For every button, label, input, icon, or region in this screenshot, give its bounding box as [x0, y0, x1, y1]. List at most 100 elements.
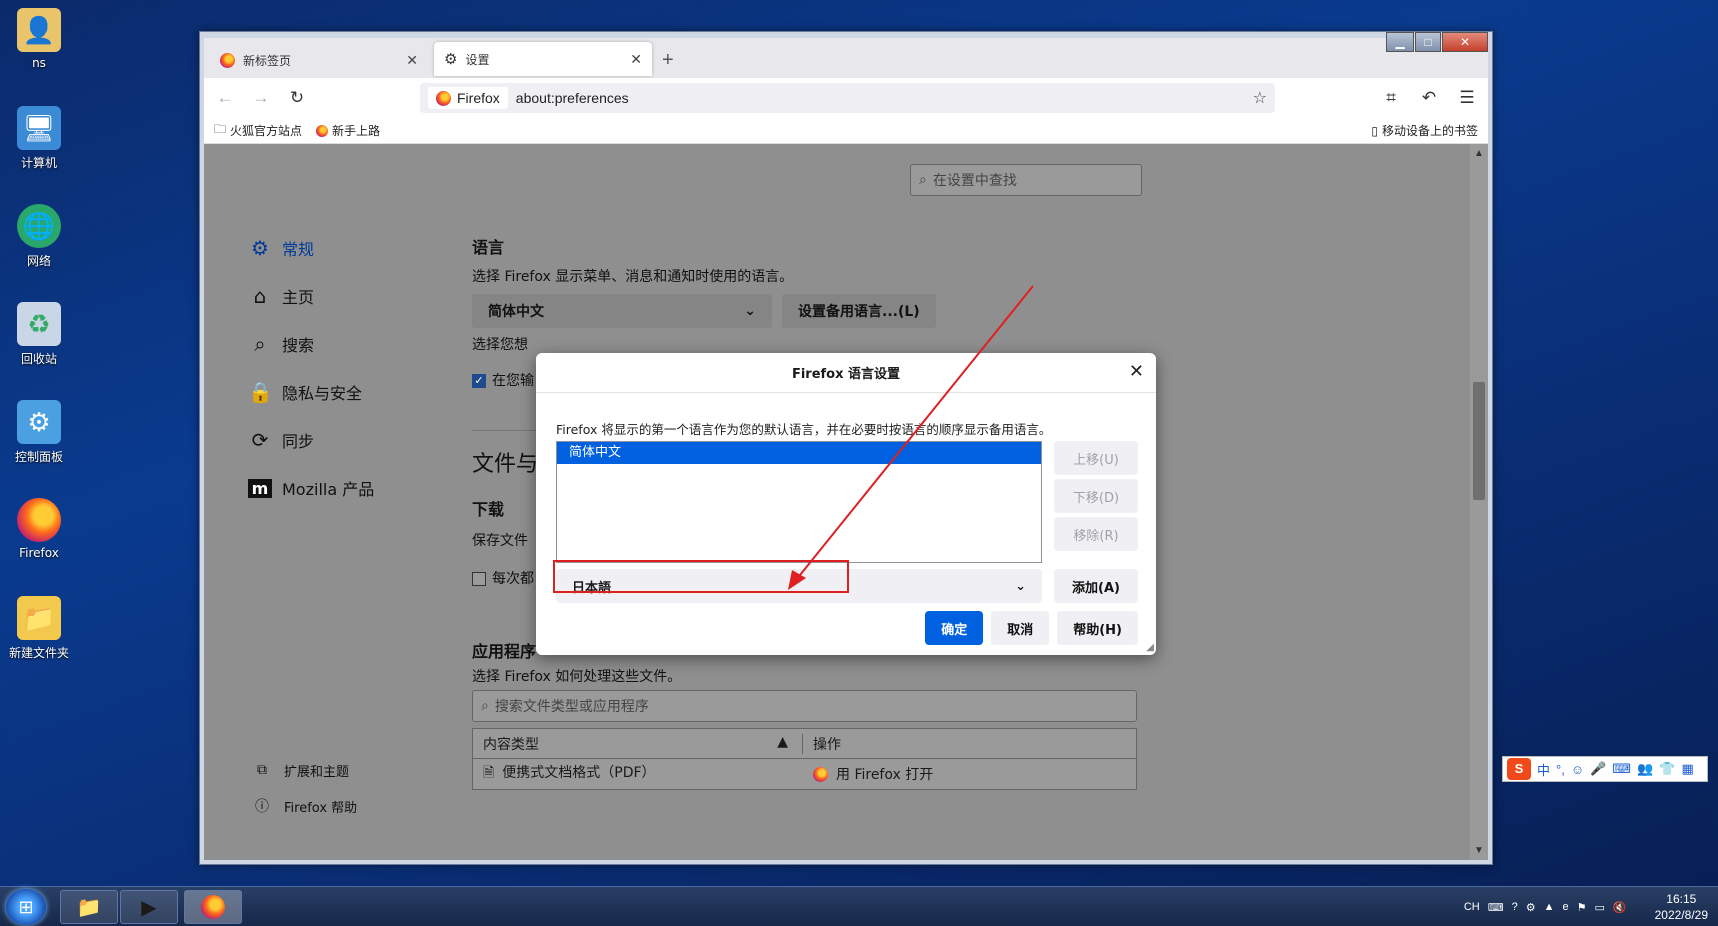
col-action[interactable]: 操作	[803, 734, 841, 754]
alt-language-button[interactable]: 设置备用语言...(L)	[782, 294, 936, 328]
skin-icon[interactable]: 👕	[1659, 761, 1675, 777]
back-button[interactable]: ←	[212, 85, 238, 111]
desktop-icon-computer[interactable]: 🖥 计算机	[4, 106, 74, 171]
scroll-down-icon[interactable]: ▼	[1474, 845, 1484, 856]
nav-bar: ← → ↻ Firefox about:preferences ☆ ⌗ ↶ ☰	[204, 78, 1488, 118]
list-item[interactable]: 简体中文	[557, 442, 1041, 464]
ime-mode[interactable]: 中	[1537, 760, 1550, 779]
annotation-box	[553, 560, 849, 593]
ie-icon[interactable]: e	[1563, 901, 1569, 913]
language-list[interactable]: 简体中文	[556, 441, 1042, 563]
page-scrollbar[interactable]: ▲ ▼	[1470, 144, 1488, 860]
volume-muted-icon[interactable]: 🔇	[1613, 901, 1627, 914]
download-ask-row[interactable]: 每次都	[472, 568, 534, 588]
firefox-icon	[220, 52, 235, 68]
close-window-button[interactable]: ✕	[1442, 32, 1488, 52]
identity-badge[interactable]: Firefox	[428, 87, 508, 109]
url-text[interactable]: about:preferences	[516, 90, 1245, 106]
crop-icon[interactable]: ⌗	[1378, 85, 1404, 111]
tab-new-tab[interactable]: 新标签页 ✕	[210, 42, 428, 78]
desktop-icon-new-folder[interactable]: 📁 新建文件夹	[4, 596, 74, 661]
minimize-button[interactable]: ▁	[1386, 32, 1414, 52]
remove-button[interactable]: 移除(R)	[1054, 517, 1138, 551]
firefox-icon	[17, 498, 61, 542]
taskbar-media-player[interactable]: ▶	[120, 890, 178, 924]
help-icon: ⓘ	[255, 799, 269, 815]
close-icon[interactable]: ✕	[630, 51, 642, 68]
checkbox-icon[interactable]	[472, 572, 486, 586]
undo-icon[interactable]: ↶	[1416, 85, 1442, 111]
forward-button[interactable]: →	[248, 85, 274, 111]
sogou-logo-icon: S	[1507, 758, 1531, 780]
ime-toolbar[interactable]: S 中 °, ☺ 🎤 ⌨ 👥 👕 ▦	[1502, 756, 1708, 782]
desktop-icon-recycle-bin[interactable]: ♻ 回收站	[4, 302, 74, 367]
tray-settings-icon[interactable]: ⚙	[1526, 901, 1536, 914]
move-up-button[interactable]: 上移(U)	[1054, 441, 1138, 475]
sync-icon: ⟳	[251, 428, 269, 452]
help-icon[interactable]: ?	[1512, 901, 1518, 913]
user-icon[interactable]: 👥	[1637, 761, 1653, 777]
menu-icon[interactable]: ☰	[1454, 85, 1480, 111]
sidebar-item-help[interactable]: ⓘ Firefox 帮助	[250, 788, 357, 824]
sidebar-item-general[interactable]: ⚙ 常规	[248, 224, 374, 272]
lock-icon: 🔒	[248, 380, 273, 404]
sidebar-item-privacy[interactable]: 🔒 隐私与安全	[248, 368, 374, 416]
screen-icon[interactable]: ▭	[1595, 901, 1605, 914]
sidebar-item-mozilla[interactable]: m Mozilla 产品	[248, 464, 374, 512]
cancel-button[interactable]: 取消	[991, 611, 1050, 645]
start-button[interactable]: ⊞	[6, 889, 46, 925]
clock[interactable]: 16:15 2022/8/29	[1655, 891, 1708, 923]
close-icon[interactable]: ✕	[1129, 361, 1144, 382]
apps-search-input[interactable]: ⌕ 搜索文件类型或应用程序	[472, 690, 1137, 722]
new-tab-button[interactable]: +	[662, 42, 674, 78]
desktop-icon-control-panel[interactable]: ⚙ 控制面板	[4, 400, 74, 465]
apps-table: 内容类型 ▲ 操作 🗎 便携式文档格式（PDF） 用 Firefox 打开	[472, 728, 1137, 790]
search-icon: ⌕	[919, 172, 927, 188]
checkbox-icon[interactable]: ✓	[472, 374, 486, 388]
add-language-button[interactable]: 添加(A)	[1054, 569, 1138, 603]
sidebar-item-search[interactable]: ⌕ 搜索	[248, 320, 374, 368]
language-partial-line: 选择您想	[472, 337, 528, 353]
close-icon[interactable]: ✕	[406, 52, 418, 69]
apps-table-header: 内容类型 ▲ 操作	[473, 729, 1136, 759]
star-icon[interactable]: ☆	[1253, 88, 1267, 108]
emoji-icon[interactable]: ☺	[1571, 762, 1584, 777]
maximize-button[interactable]: □	[1415, 32, 1441, 52]
scroll-thumb[interactable]	[1473, 382, 1485, 500]
keyboard-icon[interactable]: ⌨	[1488, 901, 1504, 914]
chevron-up-icon[interactable]: ▲	[1544, 901, 1555, 913]
keyboard-icon[interactable]: ⌨	[1612, 761, 1631, 777]
taskbar-explorer[interactable]: 📁	[60, 890, 118, 924]
scroll-up-icon[interactable]: ▲	[1474, 148, 1484, 159]
url-bar[interactable]: Firefox about:preferences ☆	[420, 83, 1275, 113]
tab-settings[interactable]: ⚙ 设置 ✕	[434, 42, 652, 76]
desktop-icon-ns[interactable]: 👤 ns	[4, 8, 74, 70]
resize-grip-icon[interactable]: ◢	[1146, 642, 1154, 653]
ok-button[interactable]: 确定	[925, 611, 984, 645]
reload-button[interactable]: ↻	[284, 85, 310, 111]
flag-icon[interactable]: ⚑	[1577, 901, 1587, 914]
move-down-button[interactable]: 下移(D)	[1054, 479, 1138, 513]
grid-icon[interactable]: ▦	[1681, 761, 1693, 777]
bookmark-getting-started[interactable]: 新手上路	[316, 122, 380, 139]
language-select[interactable]: 简体中文 ⌄	[472, 294, 772, 328]
bookmarks-bar: 🗀 火狐官方站点 新手上路 ▯ 移动设备上的书签	[204, 118, 1488, 144]
prefs-search-input[interactable]: ⌕ 在设置中查找	[910, 164, 1142, 196]
sidebar-item-addons[interactable]: ⧉ 扩展和主题	[250, 752, 357, 788]
col-content-type[interactable]: 内容类型 ▲	[473, 733, 803, 754]
firefox-icon	[436, 90, 451, 106]
taskbar-firefox[interactable]	[184, 890, 242, 924]
sidebar-item-home[interactable]: ⌂ 主页	[248, 272, 374, 320]
bookmark-official-site[interactable]: 🗀 火狐官方站点	[214, 120, 302, 141]
prefs-sidebar-bottom: ⧉ 扩展和主题 ⓘ Firefox 帮助	[250, 752, 357, 824]
bookmark-mobile[interactable]: ▯ 移动设备上的书签	[1371, 122, 1478, 139]
desktop-icon-network[interactable]: 🌐 网络	[4, 204, 74, 269]
help-button[interactable]: 帮助(H)	[1057, 611, 1138, 645]
tray-language[interactable]: CH	[1464, 901, 1480, 913]
punctuation-icon[interactable]: °,	[1556, 762, 1565, 777]
desktop-icon-firefox[interactable]: Firefox	[4, 498, 74, 560]
microphone-icon[interactable]: 🎤	[1590, 761, 1606, 777]
table-row[interactable]: 🗎 便携式文档格式（PDF） 用 Firefox 打开	[473, 759, 1136, 789]
language-checkbox-row[interactable]: ✓ 在您输	[472, 370, 534, 390]
sidebar-item-sync[interactable]: ⟳ 同步	[248, 416, 374, 464]
